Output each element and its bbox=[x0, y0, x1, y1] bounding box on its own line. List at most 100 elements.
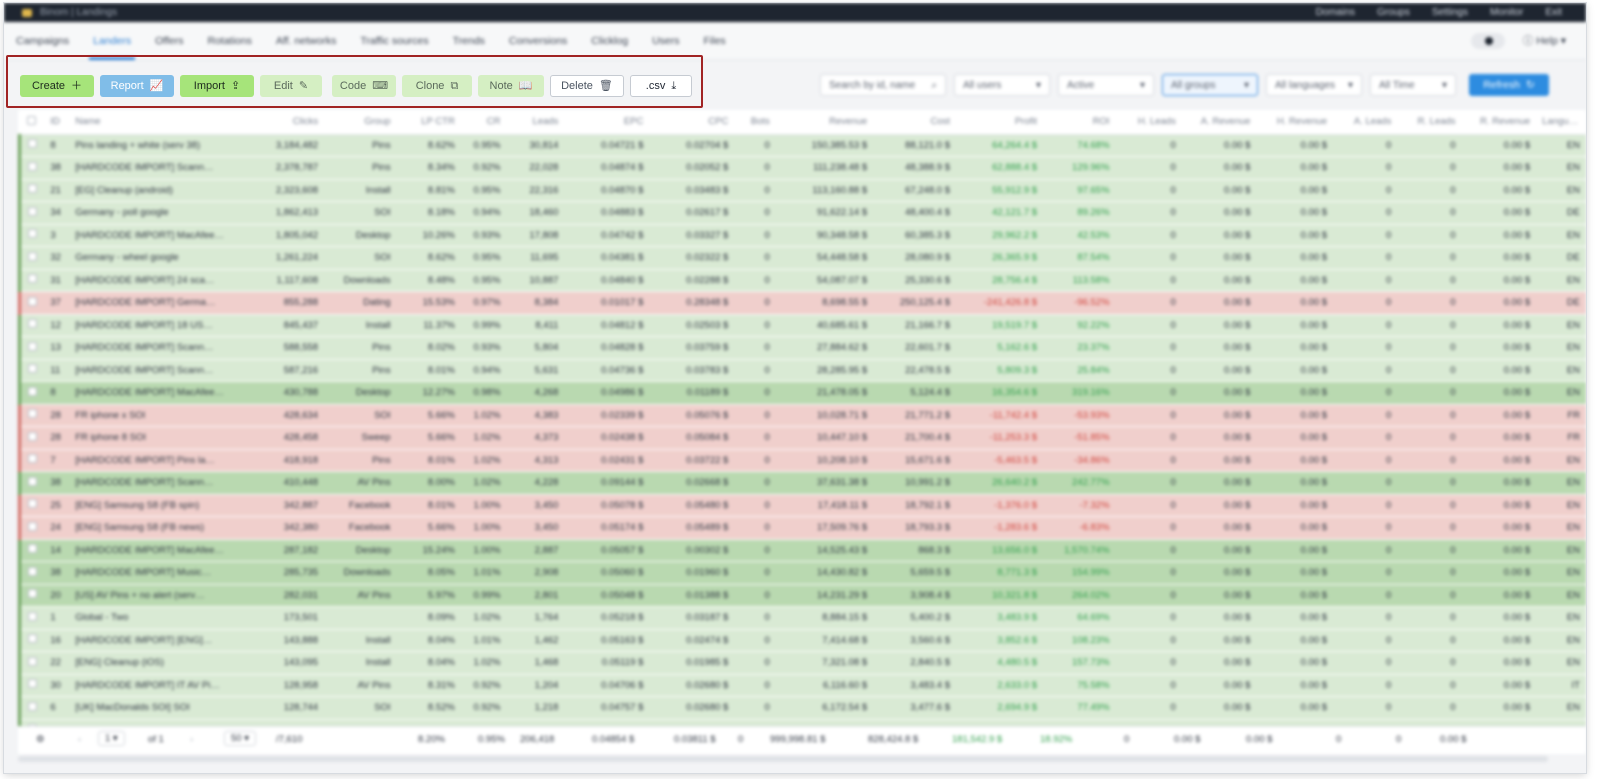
page-input[interactable]: 1 ▾ bbox=[98, 731, 125, 746]
row-checkbox[interactable] bbox=[18, 336, 45, 360]
col-cost[interactable]: Cost bbox=[873, 110, 957, 135]
row-checkbox[interactable] bbox=[18, 314, 45, 337]
table-row[interactable]: 16 [HARDCODE IMPORT] [ENG]… 143,888 Install… bbox=[18, 629, 1586, 652]
col-cpc[interactable]: CPC bbox=[649, 110, 735, 135]
per-page-select[interactable]: 50 ▾ bbox=[224, 731, 256, 746]
table-row[interactable]: 12 [HARDCODE IMPORT] 18 US… 845,437 Install… bbox=[18, 314, 1586, 337]
table-row[interactable]: 13 [HARDCODE IMPORT] Scann… 588,558 Pins 8.0… bbox=[18, 336, 1586, 360]
col-cr[interactable]: CR bbox=[460, 110, 507, 135]
col-language[interactable]: Language bbox=[1536, 110, 1586, 135]
table-row[interactable]: 7 [HARDCODE IMPORT] Pins la… 418,918 Pins 8.… bbox=[18, 449, 1586, 472]
table-row[interactable]: 28 FR iphone 8 SOI 428,458 Sweep 5.66% 1.02% 4… bbox=[18, 426, 1586, 450]
col-revenue[interactable]: Revenue bbox=[775, 110, 874, 135]
row-checkbox[interactable] bbox=[18, 449, 45, 472]
table-row[interactable]: 11 [HARDCODE IMPORT] Scann… 587,216 Pins 8.0… bbox=[18, 359, 1586, 382]
nav-clicklog[interactable]: Clicklog bbox=[579, 22, 640, 60]
row-checkbox[interactable] bbox=[18, 224, 45, 247]
table-row[interactable]: 24 [ENG] Samsung S8 (FB news) 342,380 Faceb… bbox=[18, 516, 1586, 540]
prev-page-icon[interactable]: ‹ bbox=[78, 734, 81, 745]
row-checkbox[interactable] bbox=[18, 494, 45, 517]
top-link-exit[interactable]: Exit bbox=[1545, 7, 1562, 18]
nav-aff-networks[interactable]: Aff. networks bbox=[264, 22, 349, 60]
row-checkbox[interactable] bbox=[18, 404, 45, 427]
row-checkbox[interactable] bbox=[18, 606, 45, 630]
row-checkbox[interactable] bbox=[18, 471, 45, 495]
settings-icon[interactable]: ⚙ bbox=[36, 734, 45, 745]
row-checkbox[interactable] bbox=[18, 719, 45, 726]
col-r-leads[interactable]: R. Leads bbox=[1397, 110, 1462, 135]
table-row[interactable]: 38 [HARDCODE IMPORT] Scann… 2,378,787 Pins 8… bbox=[18, 156, 1586, 180]
top-link-monitor[interactable]: Monitor bbox=[1490, 7, 1523, 18]
col-leads[interactable]: Leads bbox=[506, 110, 565, 135]
nav-files[interactable]: Files bbox=[691, 22, 737, 60]
next-page-icon[interactable]: › bbox=[190, 734, 193, 745]
col-profit[interactable]: Profit bbox=[956, 110, 1044, 135]
table-row[interactable]: 6 [UK] MacDonalds SOI] SOI 128,744 SOI 8.52%… bbox=[18, 696, 1586, 720]
col-r-revenue[interactable]: R. Revenue bbox=[1461, 110, 1537, 135]
row-checkbox[interactable] bbox=[18, 156, 45, 180]
table-row[interactable]: 1 Global - Two 173,501 8.09% 1.02% 1,764 0.052… bbox=[18, 606, 1586, 630]
col-name[interactable]: Name bbox=[69, 110, 256, 135]
col-lpctr[interactable]: LP CTR bbox=[396, 110, 461, 135]
table-row[interactable]: 8 Pins landing + white (serv 38) 3,184,482… bbox=[18, 134, 1586, 157]
col-a-revenue[interactable]: A. Revenue bbox=[1181, 110, 1257, 135]
top-link-groups[interactable]: Groups bbox=[1377, 7, 1410, 18]
col-bots[interactable]: Bots bbox=[734, 110, 776, 135]
nav-offers[interactable]: Offers bbox=[143, 22, 195, 60]
theme-toggle[interactable] bbox=[1470, 32, 1505, 49]
row-checkbox[interactable] bbox=[18, 201, 45, 225]
row-checkbox[interactable] bbox=[18, 539, 45, 562]
nav-landers[interactable]: Landers bbox=[81, 22, 143, 60]
row-checkbox[interactable] bbox=[18, 629, 45, 652]
table-row[interactable]: 28 FR iphone x SOI 428,634 SOI 5.66% 1.02% 4,3… bbox=[18, 404, 1586, 427]
row-checkbox[interactable] bbox=[18, 381, 45, 405]
horizontal-scrollbar[interactable] bbox=[18, 756, 1548, 762]
top-link-domains[interactable]: Domains bbox=[1316, 7, 1355, 18]
row-checkbox[interactable] bbox=[18, 696, 45, 720]
table-row[interactable]: 30 [HARDCODE IMPORT] IT AV Pi… 128,958 AV P… bbox=[18, 674, 1586, 697]
row-checkbox[interactable] bbox=[18, 291, 45, 315]
nav-campaigns[interactable]: Campaigns bbox=[4, 22, 81, 60]
col-group[interactable]: Group bbox=[324, 110, 397, 135]
nav-traffic-sources[interactable]: Traffic sources bbox=[348, 22, 440, 60]
col-h-leads[interactable]: H. Leads bbox=[1115, 110, 1182, 135]
nav-rotations[interactable]: Rotations bbox=[195, 22, 263, 60]
row-checkbox[interactable] bbox=[18, 426, 45, 450]
table-row[interactable]: 22 [ENG] Cleanup (iOS) 143,095 Install 8.04%… bbox=[18, 651, 1586, 675]
table-row[interactable]: 31 [HARDCODE IMPORT] 24 sca… 1,117,608 Down… bbox=[18, 269, 1586, 292]
top-link-settings[interactable]: Settings bbox=[1432, 7, 1468, 18]
table-row[interactable]: 38 [HARDCODE IMPORT] Music… 285,735 Downloa… bbox=[18, 561, 1586, 585]
row-checkbox[interactable] bbox=[18, 134, 45, 157]
select-all-checkbox[interactable] bbox=[19, 110, 45, 135]
row-checkbox[interactable] bbox=[18, 674, 45, 697]
table-row[interactable]: 37 [HARDCODE IMPORT] Germa… 855,288 Dating 1… bbox=[18, 291, 1586, 315]
table-row[interactable]: 14 [HARDCODE IMPORT] MacAfee… 287,182 Deskt… bbox=[18, 539, 1586, 562]
row-checkbox[interactable] bbox=[18, 651, 45, 675]
col-clicks[interactable]: Clicks bbox=[255, 110, 325, 135]
table-row[interactable]: 35[HARDCODE IMPORT] [US] C…126,725Instal… bbox=[18, 719, 1586, 726]
help-menu[interactable]: ⓘ Help ▾ bbox=[1523, 33, 1566, 48]
table-row[interactable]: 34 Germany - poll google 1,862,413 SOI 8.18%… bbox=[18, 201, 1586, 225]
col-roi[interactable]: ROI bbox=[1043, 110, 1116, 135]
table-row[interactable]: 25 [ENG] Samsung S8 (FB spin) 342,887 Faceb… bbox=[18, 494, 1586, 517]
col-a-leads[interactable]: A. Leads bbox=[1333, 110, 1398, 135]
table-row[interactable]: 38 [HARDCODE IMPORT] Scann… 410,448 AV Pins… bbox=[18, 471, 1586, 495]
row-checkbox[interactable] bbox=[18, 516, 45, 540]
table-row[interactable]: 20 [US] AV Pins + no alert (serv… 282,031 A… bbox=[18, 584, 1586, 607]
col-h-revenue[interactable]: H. Revenue bbox=[1256, 110, 1334, 135]
nav-conversions[interactable]: Conversions bbox=[497, 22, 579, 60]
row-checkbox[interactable] bbox=[18, 179, 45, 202]
table-row[interactable]: 3 [HARDCODE IMPORT] MacAfee… 1,805,042 Desk… bbox=[18, 224, 1586, 247]
col-epc[interactable]: EPC bbox=[564, 110, 650, 135]
row-checkbox[interactable] bbox=[18, 246, 45, 270]
nav-users[interactable]: Users bbox=[640, 22, 691, 60]
row-checkbox[interactable] bbox=[18, 584, 45, 607]
row-checkbox[interactable] bbox=[18, 359, 45, 382]
nav-trends[interactable]: Trends bbox=[441, 22, 497, 60]
row-checkbox[interactable] bbox=[18, 269, 45, 292]
col-id[interactable]: ID bbox=[44, 110, 70, 135]
table-row[interactable]: 21 [EG] Cleanup (android) 2,323,608 Install… bbox=[18, 179, 1586, 202]
row-checkbox[interactable] bbox=[18, 561, 45, 585]
table-row[interactable]: 32 Germany - wheel google 1,261,224 SOI 8.62… bbox=[18, 246, 1586, 270]
table-row[interactable]: 8 [HARDCODE IMPORT] MacAfee… 430,788 Deskto… bbox=[18, 381, 1586, 405]
